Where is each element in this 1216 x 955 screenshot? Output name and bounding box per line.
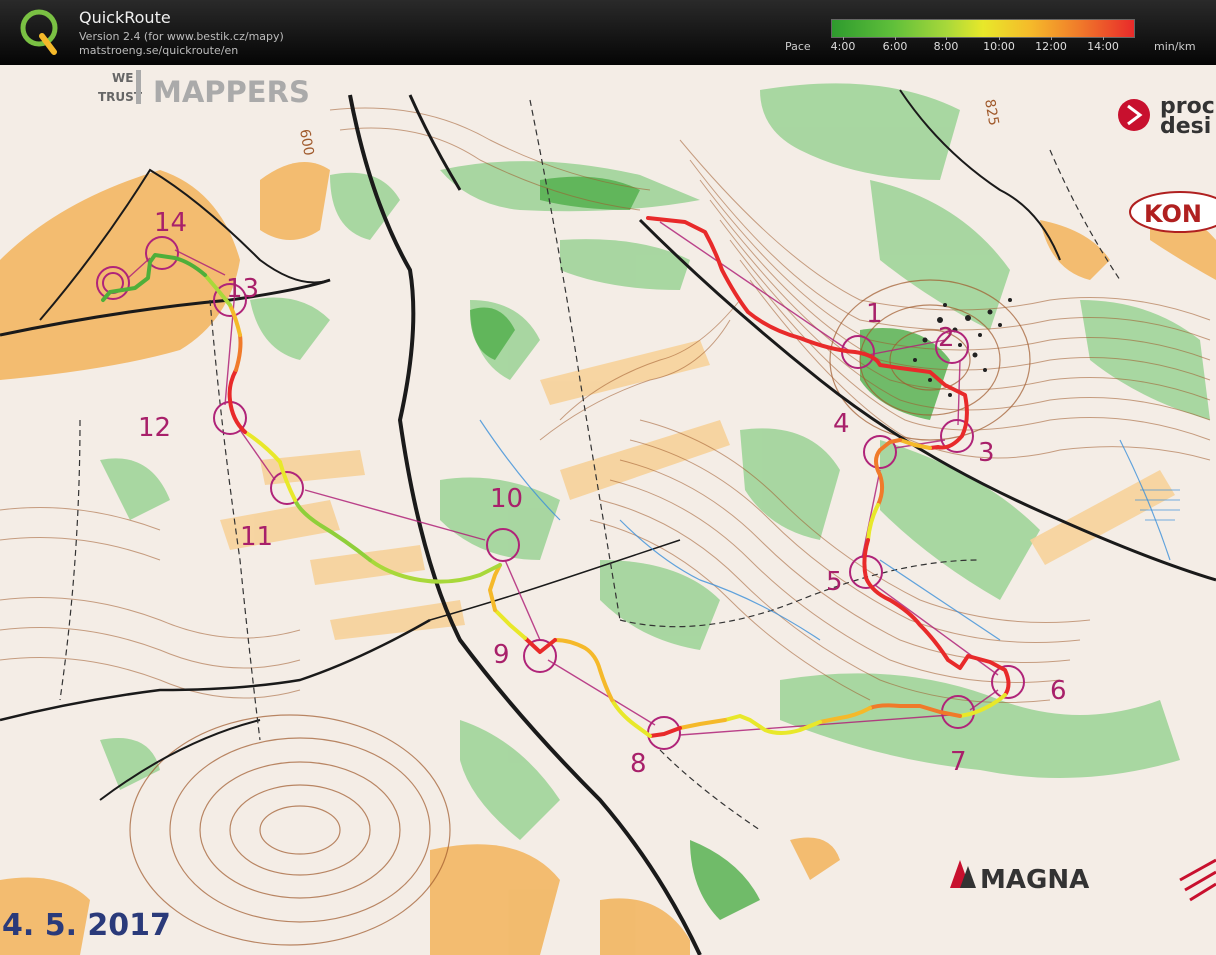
app-version: Version 2.4 (for www.bestik.cz/mapy)	[79, 30, 284, 43]
sponsor-we-trust-mappers: WE TRUST MAPPERS	[98, 70, 310, 109]
pace-tick-label: 14:00	[1087, 40, 1119, 53]
pace-tick-label: 4:00	[830, 40, 856, 53]
control-number: 4	[833, 409, 850, 439]
control-number: 5	[826, 567, 843, 597]
sponsor-text: KON	[1144, 200, 1202, 228]
sponsor-text: MAGNA	[980, 865, 1089, 895]
app-title: QuickRoute	[79, 8, 171, 27]
quickroute-header: QuickRoute Version 2.4 (for www.bestik.c…	[0, 0, 1216, 65]
sponsor-kon: KON	[1129, 191, 1216, 233]
pace-unit: min/km	[1154, 40, 1196, 53]
control-number: 2	[938, 323, 955, 353]
sponsor-text: desi	[1160, 114, 1211, 139]
sponsor-text: WE	[112, 71, 133, 85]
pace-color-bar	[831, 19, 1135, 38]
pace-tick-label: 12:00	[1035, 40, 1067, 53]
control-number: 3	[978, 438, 995, 468]
quickroute-logo-icon	[20, 9, 58, 55]
pace-label: Pace	[785, 40, 811, 53]
control-number: 12	[138, 413, 171, 443]
pace-tick-label: 6:00	[882, 40, 908, 53]
pace-tick-label: 10:00	[983, 40, 1015, 53]
pace-tick-label: 8:00	[933, 40, 959, 53]
app-url: matstroeng.se/quickroute/en	[79, 44, 239, 57]
control-number: 7	[950, 747, 967, 777]
control-number: 9	[493, 640, 510, 670]
control-number: 6	[1050, 676, 1067, 706]
control-number: 11	[240, 522, 273, 552]
sponsor-text: MAPPERS	[153, 75, 310, 109]
control-number: 8	[630, 749, 647, 779]
event-date: 4. 5. 2017	[2, 908, 171, 943]
control-number: 1	[866, 299, 883, 329]
control-number: 10	[490, 484, 523, 514]
orienteering-map[interactable]: 1 2 3 4 5 6 7 8 9 10 11 12 13 14 600 825…	[0, 65, 1216, 955]
control-number: 13	[226, 274, 259, 304]
control-number: 14	[154, 208, 187, 238]
